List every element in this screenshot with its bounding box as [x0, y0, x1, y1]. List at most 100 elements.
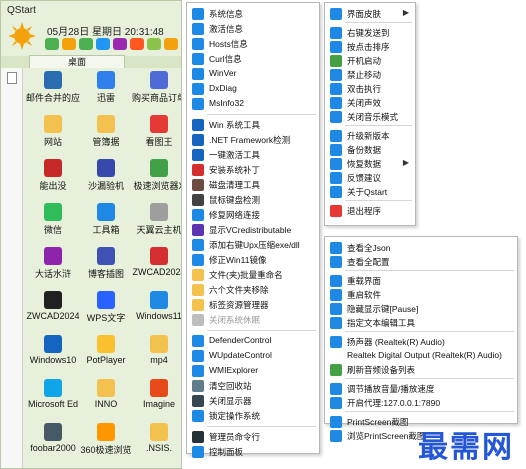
menu-item[interactable]: 刷新音频设备列表 — [325, 362, 517, 378]
desktop-shortcut[interactable]: 迅雷 — [78, 69, 134, 117]
desktop-shortcut[interactable]: ZWCAD2024 — [131, 245, 182, 293]
menu-item[interactable]: 关于Qstart — [325, 184, 415, 200]
weather-icon — [147, 38, 161, 50]
lock-icon — [192, 410, 204, 422]
menu-item[interactable]: MsInfo32 — [187, 96, 319, 112]
activate-tool-icon — [192, 149, 204, 161]
hosts-icon — [192, 38, 204, 50]
menu-item[interactable]: WUpdateControl — [187, 348, 319, 364]
startup-icon — [330, 55, 342, 67]
desktop-shortcut[interactable]: Windows11 — [131, 289, 181, 337]
desktop-shortcut[interactable]: 博客插图 — [78, 245, 134, 293]
reload-ui-icon — [330, 275, 342, 287]
desktop-shortcut[interactable]: .NSIS. — [131, 421, 181, 468]
desktop-shortcut[interactable]: 360极速浏览 — [78, 421, 134, 468]
desktop-shortcut[interactable]: 工具箱 — [78, 201, 134, 249]
windows10-icon — [44, 335, 62, 353]
menu-item-label: 锁定操作系统 — [209, 411, 261, 421]
menu-item[interactable]: 开启代理:127.0.0.1:7890 — [325, 395, 517, 411]
desktop-shortcut[interactable]: 极速浏览器X — [131, 157, 181, 205]
menu-item[interactable]: Curl信息 — [187, 51, 319, 67]
sun-clock-icon[interactable] — [7, 21, 37, 51]
side-panel — [1, 68, 23, 468]
menu-item[interactable]: 修正Win11镜像 — [187, 252, 319, 268]
windows11-icon — [150, 291, 168, 309]
menu-item[interactable]: 界面皮肤 ▶ — [325, 6, 415, 22]
menu-item[interactable]: 标签资源管理器 — [187, 297, 319, 313]
menu-item[interactable]: 锁定操作系统 — [187, 408, 319, 424]
text-editor-icon — [330, 317, 342, 329]
shortcut-label: 管簿据 — [92, 137, 120, 147]
shortcut-label: 微信 — [43, 225, 62, 235]
menu-item[interactable]: 鼠标键盘检测 — [187, 192, 319, 208]
desktop-shortcut[interactable]: WPS文字 — [78, 289, 134, 337]
menu-item[interactable]: 修复网络连接 — [187, 207, 319, 223]
menu-item[interactable]: DefenderControl — [187, 333, 319, 349]
menu-item[interactable]: Win 系统工具 — [187, 117, 319, 133]
desktop-shortcut[interactable]: foobar2000 — [25, 421, 81, 468]
menu-item[interactable]: 磁盘清理工具 — [187, 177, 319, 193]
sort-icon — [330, 41, 342, 53]
menu-item[interactable]: 显示VCredistributable — [187, 222, 319, 238]
menu-item[interactable]: 激活信息 — [187, 21, 319, 37]
imagine-icon — [150, 379, 168, 397]
vc-icon — [192, 224, 204, 236]
desktop-shortcut[interactable]: 大话水浒 — [25, 245, 81, 293]
qstart-window: QStart 05月28日 星期日 20:31:48 桌面 邮件合并的应 迅雷 购买… — [0, 0, 182, 469]
menu-item-label: 隐藏显示键[Pause] — [347, 304, 419, 314]
picture-icon — [97, 247, 115, 265]
desktop-shortcut[interactable]: ZWCAD2024 — [25, 289, 81, 337]
menu-item[interactable]: WinVer — [187, 66, 319, 82]
desktop-shortcut[interactable]: 邮件合并的应 — [25, 69, 81, 117]
menu-item[interactable]: 文件(夹)批量重命名 — [187, 267, 319, 283]
desktop-shortcut[interactable]: INNO — [78, 377, 134, 425]
shortcut-label: ZWCAD2024 — [132, 267, 182, 277]
menu-item[interactable]: 控制面板 — [187, 444, 319, 460]
menu-item[interactable]: 安装系统补丁 — [187, 162, 319, 178]
menu-item[interactable]: 清空回收站 — [187, 378, 319, 394]
shortcut-label: Microsoft Ed — [27, 399, 78, 409]
rename-icon — [192, 269, 204, 281]
menu-item-label: 按点击排序 — [347, 42, 390, 52]
desktop-shortcut[interactable]: 沙漏验机 — [78, 157, 134, 205]
desktop-shortcut[interactable]: 能出没 — [25, 157, 81, 205]
desktop-shortcut[interactable]: 网站 — [25, 113, 81, 161]
desktop-shortcut[interactable]: 管簿据 — [78, 113, 134, 161]
tab-desktop[interactable]: 桌面 — [29, 55, 125, 68]
menu-item[interactable]: 管理员命令行 — [187, 429, 319, 445]
desktop-shortcut[interactable]: Windows10 — [25, 333, 81, 381]
desktop-shortcut[interactable]: 购买商品订单 — [131, 69, 182, 117]
menu-item-label: 查看全Json — [347, 243, 391, 253]
page-icon[interactable] — [7, 72, 17, 84]
shortcut-label: 购买商品订单 — [131, 93, 182, 103]
menu-item[interactable]: .NET Framework检测 — [187, 132, 319, 148]
menu-item[interactable]: 关闭音乐模式 — [325, 109, 415, 125]
menu-item[interactable]: 一键激活工具 — [187, 147, 319, 163]
desktop-shortcut[interactable]: 微信 — [25, 201, 81, 249]
music-off-icon — [330, 111, 342, 123]
desktop-shortcut[interactable]: mp4 — [131, 333, 181, 381]
menu-item[interactable]: DxDiag — [187, 81, 319, 97]
menu-item[interactable]: 退出程序 — [325, 203, 415, 219]
dxdiag-icon — [192, 83, 204, 95]
menu-item[interactable]: Hosts信息 — [187, 36, 319, 52]
menu-item-label: 退出程序 — [347, 206, 382, 216]
menu-item[interactable]: 系统信息 — [187, 6, 319, 22]
desktop-shortcut[interactable]: Imagine — [131, 377, 181, 425]
menu-item[interactable]: WMIExplorer — [187, 363, 319, 379]
menu-item[interactable]: 六个文件夹移除 — [187, 282, 319, 298]
menu-item-label: 关闭声效 — [347, 98, 382, 108]
weather-icon-strip — [45, 38, 178, 50]
submenu-arrow-icon: ▶ — [402, 8, 409, 17]
menu-item-label: 刷新音频设备列表 — [347, 365, 416, 375]
menu-item[interactable]: 查看全配置 — [325, 254, 517, 270]
desktop-shortcut[interactable]: 看图王 — [131, 113, 181, 161]
menu-item[interactable]: 指定文本编辑工具 — [325, 315, 517, 331]
menu-item[interactable]: 添加右键Upx压缩exe/dll — [187, 237, 319, 253]
desktop-shortcut[interactable]: PotPlayer — [78, 333, 134, 381]
shortcut-label: Imagine — [142, 399, 176, 409]
menu-item[interactable]: 关闭显示器 — [187, 393, 319, 409]
desktop-shortcut[interactable]: Microsoft Ed — [25, 377, 81, 425]
desktop-shortcut[interactable]: 天翼云主机 — [131, 201, 181, 249]
defender-icon — [192, 335, 204, 347]
